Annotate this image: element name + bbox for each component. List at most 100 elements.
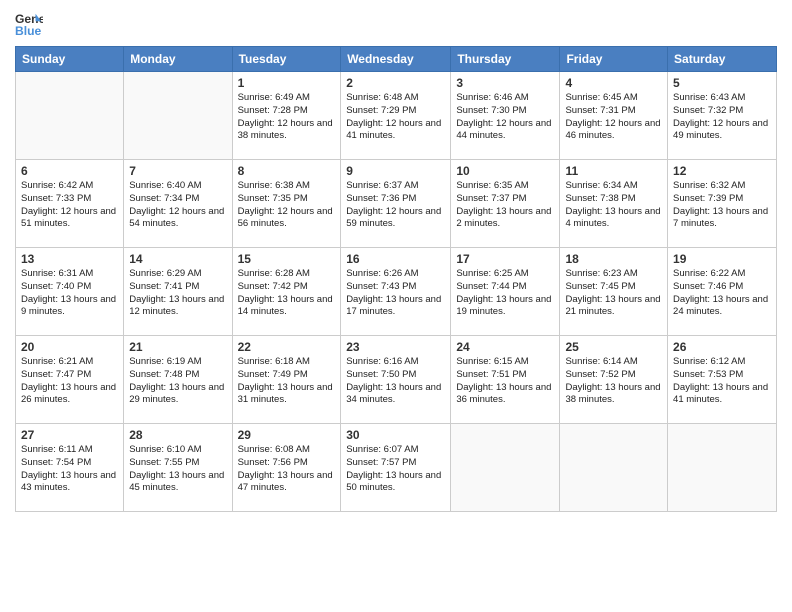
day-info: Sunrise: 6:37 AMSunset: 7:36 PMDaylight:… <box>346 180 445 231</box>
calendar-cell: 1 Sunrise: 6:49 AMSunset: 7:28 PMDaylight… <box>232 72 341 160</box>
calendar-cell: 20Sunrise: 6:21 AMSunset: 7:47 PMDayligh… <box>16 336 124 424</box>
calendar-cell <box>124 72 232 160</box>
calendar-cell: 11Sunrise: 6:34 AMSunset: 7:38 PMDayligh… <box>560 160 668 248</box>
day-info: Sunrise: 6:23 AMSunset: 7:45 PMDaylight:… <box>565 268 662 319</box>
day-info: Sunrise: 6:29 AMSunset: 7:41 PMDaylight:… <box>129 268 226 319</box>
calendar-cell: 25 Sunrise: 6:14 AMSunset: 7:52 PMDayligh… <box>560 336 668 424</box>
day-info: Sunrise: 6:22 AMSunset: 7:46 PMDaylight:… <box>673 268 771 319</box>
calendar-cell: 29 Sunrise: 6:08 AMSunset: 7:56 PMDayligh… <box>232 424 341 512</box>
day-number: 28 <box>129 428 226 442</box>
day-info: Sunrise: 6:08 AMSunset: 7:56 PMDaylight:… <box>238 444 336 495</box>
day-number: 21 <box>129 340 226 354</box>
day-header-wednesday: Wednesday <box>341 47 451 72</box>
day-info: Sunrise: 6:16 AMSunset: 7:50 PMDaylight:… <box>346 356 445 407</box>
day-number: 29 <box>238 428 336 442</box>
calendar-cell <box>16 72 124 160</box>
day-number: 18 <box>565 252 662 266</box>
calendar-cell: 9 Sunrise: 6:37 AMSunset: 7:36 PMDaylight… <box>341 160 451 248</box>
day-info: Sunrise: 6:19 AMSunset: 7:48 PMDaylight:… <box>129 356 226 407</box>
calendar-cell <box>451 424 560 512</box>
day-number: 24 <box>456 340 554 354</box>
day-info: Sunrise: 6:11 AMSunset: 7:54 PMDaylight:… <box>21 444 118 495</box>
calendar-cell <box>560 424 668 512</box>
calendar-cell: 8 Sunrise: 6:38 AMSunset: 7:35 PMDaylight… <box>232 160 341 248</box>
calendar-week-row: 20Sunrise: 6:21 AMSunset: 7:47 PMDayligh… <box>16 336 777 424</box>
day-info: Sunrise: 6:14 AMSunset: 7:52 PMDaylight:… <box>565 356 662 407</box>
day-header-tuesday: Tuesday <box>232 47 341 72</box>
calendar-week-row: 1 Sunrise: 6:49 AMSunset: 7:28 PMDaylight… <box>16 72 777 160</box>
day-info: Sunrise: 6:45 AMSunset: 7:31 PMDaylight:… <box>565 92 662 143</box>
day-info: Sunrise: 6:21 AMSunset: 7:47 PMDaylight:… <box>21 356 118 407</box>
day-number: 12 <box>673 164 771 178</box>
day-number: 23 <box>346 340 445 354</box>
day-header-sunday: Sunday <box>16 47 124 72</box>
calendar-cell: 5Sunrise: 6:43 AMSunset: 7:32 PMDaylight… <box>668 72 777 160</box>
calendar-cell: 6Sunrise: 6:42 AMSunset: 7:33 PMDaylight… <box>16 160 124 248</box>
day-info: Sunrise: 6:34 AMSunset: 7:38 PMDaylight:… <box>565 180 662 231</box>
day-number: 13 <box>21 252 118 266</box>
calendar-cell: 12 Sunrise: 6:32 AMSunset: 7:39 PMDayligh… <box>668 160 777 248</box>
day-info: Sunrise: 6:42 AMSunset: 7:33 PMDaylight:… <box>21 180 118 231</box>
day-info: Sunrise: 6:25 AMSunset: 7:44 PMDaylight:… <box>456 268 554 319</box>
day-number: 27 <box>21 428 118 442</box>
calendar-cell: 24 Sunrise: 6:15 AMSunset: 7:51 PMDayligh… <box>451 336 560 424</box>
calendar-cell: 30 Sunrise: 6:07 AMSunset: 7:57 PMDayligh… <box>341 424 451 512</box>
day-info: Sunrise: 6:40 AMSunset: 7:34 PMDaylight:… <box>129 180 226 231</box>
calendar-cell: 22 Sunrise: 6:18 AMSunset: 7:49 PMDayligh… <box>232 336 341 424</box>
calendar-cell: 16 Sunrise: 6:26 AMSunset: 7:43 PMDayligh… <box>341 248 451 336</box>
calendar-header-row: SundayMondayTuesdayWednesdayThursdayFrid… <box>16 47 777 72</box>
calendar-cell: 4 Sunrise: 6:45 AMSunset: 7:31 PMDaylight… <box>560 72 668 160</box>
calendar-cell: 14Sunrise: 6:29 AMSunset: 7:41 PMDayligh… <box>124 248 232 336</box>
day-info: Sunrise: 6:31 AMSunset: 7:40 PMDaylight:… <box>21 268 118 319</box>
calendar-cell: 10Sunrise: 6:35 AMSunset: 7:37 PMDayligh… <box>451 160 560 248</box>
day-number: 1 <box>238 76 336 90</box>
calendar-cell: 7 Sunrise: 6:40 AMSunset: 7:34 PMDaylight… <box>124 160 232 248</box>
logo: General Blue <box>15 10 43 38</box>
calendar-table: SundayMondayTuesdayWednesdayThursdayFrid… <box>15 46 777 512</box>
day-info: Sunrise: 6:10 AMSunset: 7:55 PMDaylight:… <box>129 444 226 495</box>
page: General Blue SundayMondayTuesdayWednesda… <box>0 0 792 612</box>
day-number: 25 <box>565 340 662 354</box>
day-info: Sunrise: 6:15 AMSunset: 7:51 PMDaylight:… <box>456 356 554 407</box>
calendar-cell: 26Sunrise: 6:12 AMSunset: 7:53 PMDayligh… <box>668 336 777 424</box>
day-number: 9 <box>346 164 445 178</box>
day-number: 30 <box>346 428 445 442</box>
svg-text:Blue: Blue <box>15 24 42 38</box>
calendar-cell: 27 Sunrise: 6:11 AMSunset: 7:54 PMDayligh… <box>16 424 124 512</box>
day-number: 8 <box>238 164 336 178</box>
day-number: 10 <box>456 164 554 178</box>
day-header-friday: Friday <box>560 47 668 72</box>
day-number: 2 <box>346 76 445 90</box>
day-number: 3 <box>456 76 554 90</box>
day-number: 16 <box>346 252 445 266</box>
calendar-cell: 13 Sunrise: 6:31 AMSunset: 7:40 PMDayligh… <box>16 248 124 336</box>
day-header-thursday: Thursday <box>451 47 560 72</box>
calendar-week-row: 27 Sunrise: 6:11 AMSunset: 7:54 PMDayligh… <box>16 424 777 512</box>
day-info: Sunrise: 6:28 AMSunset: 7:42 PMDaylight:… <box>238 268 336 319</box>
calendar-cell: 23 Sunrise: 6:16 AMSunset: 7:50 PMDayligh… <box>341 336 451 424</box>
calendar-cell: 17 Sunrise: 6:25 AMSunset: 7:44 PMDayligh… <box>451 248 560 336</box>
day-number: 17 <box>456 252 554 266</box>
day-info: Sunrise: 6:46 AMSunset: 7:30 PMDaylight:… <box>456 92 554 143</box>
calendar-cell: 2 Sunrise: 6:48 AMSunset: 7:29 PMDaylight… <box>341 72 451 160</box>
day-info: Sunrise: 6:49 AMSunset: 7:28 PMDaylight:… <box>238 92 336 143</box>
day-number: 22 <box>238 340 336 354</box>
calendar-week-row: 6Sunrise: 6:42 AMSunset: 7:33 PMDaylight… <box>16 160 777 248</box>
day-info: Sunrise: 6:12 AMSunset: 7:53 PMDaylight:… <box>673 356 771 407</box>
day-info: Sunrise: 6:38 AMSunset: 7:35 PMDaylight:… <box>238 180 336 231</box>
day-number: 4 <box>565 76 662 90</box>
day-info: Sunrise: 6:48 AMSunset: 7:29 PMDaylight:… <box>346 92 445 143</box>
day-info: Sunrise: 6:07 AMSunset: 7:57 PMDaylight:… <box>346 444 445 495</box>
calendar-cell: 28 Sunrise: 6:10 AMSunset: 7:55 PMDayligh… <box>124 424 232 512</box>
calendar-cell: 19Sunrise: 6:22 AMSunset: 7:46 PMDayligh… <box>668 248 777 336</box>
header: General Blue <box>15 10 777 38</box>
day-info: Sunrise: 6:32 AMSunset: 7:39 PMDaylight:… <box>673 180 771 231</box>
calendar-cell: 21 Sunrise: 6:19 AMSunset: 7:48 PMDayligh… <box>124 336 232 424</box>
logo-icon: General Blue <box>15 10 43 38</box>
calendar-cell: 3 Sunrise: 6:46 AMSunset: 7:30 PMDaylight… <box>451 72 560 160</box>
day-info: Sunrise: 6:26 AMSunset: 7:43 PMDaylight:… <box>346 268 445 319</box>
day-number: 7 <box>129 164 226 178</box>
day-info: Sunrise: 6:18 AMSunset: 7:49 PMDaylight:… <box>238 356 336 407</box>
day-header-monday: Monday <box>124 47 232 72</box>
day-header-saturday: Saturday <box>668 47 777 72</box>
